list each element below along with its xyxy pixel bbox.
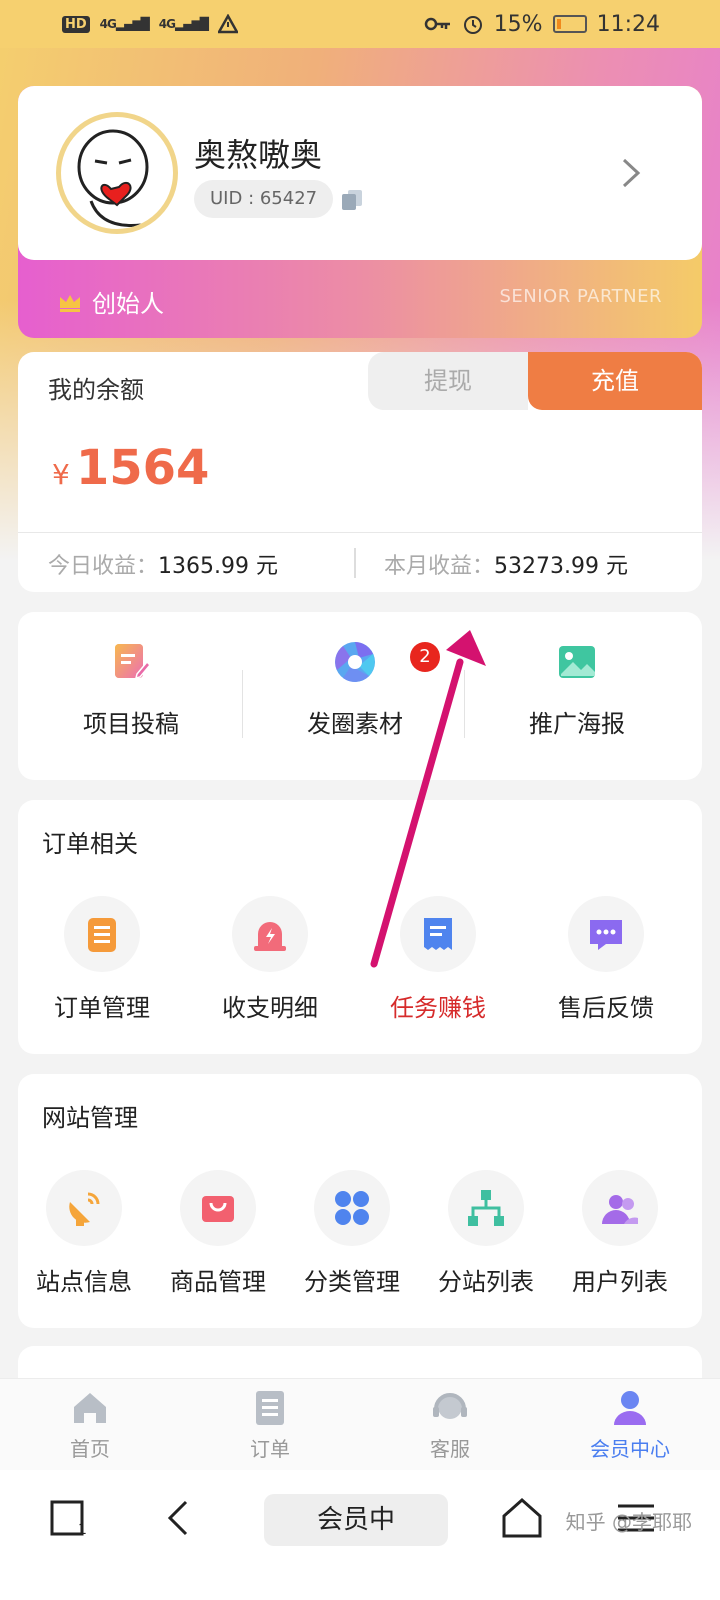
alarm-clock-icon xyxy=(463,16,482,34)
quick-item-promo-poster[interactable]: 推广海报 xyxy=(464,640,690,739)
member-icon xyxy=(614,1391,646,1425)
hierarchy-icon xyxy=(468,1190,504,1226)
site-item-products[interactable]: 商品管理 xyxy=(162,1170,274,1297)
tab-label: 订单 xyxy=(250,1437,290,1461)
order-item-label: 订单管理 xyxy=(54,994,150,1022)
shutter-icon xyxy=(335,642,375,682)
site-item-info[interactable]: 站点信息 xyxy=(28,1170,140,1297)
site-item-substations[interactable]: 分站列表 xyxy=(430,1170,542,1297)
currency-symbol: ¥ xyxy=(52,458,70,491)
site-management-section: 网站管理 站点信息 商品管理 分类管理 分站列表 用户列表 xyxy=(18,1074,702,1328)
battery-icon xyxy=(552,15,587,33)
tab-customer-service[interactable]: 客服 xyxy=(360,1387,540,1462)
order-item-after-sales[interactable]: 售后反馈 xyxy=(550,896,662,1023)
tab-member-center[interactable]: 会员中心 xyxy=(540,1387,720,1462)
signal-icon: 4G▂▄▆█ xyxy=(99,17,150,31)
month-earnings-label: 本月收益： xyxy=(384,554,495,579)
site-item-label: 站点信息 xyxy=(36,1268,132,1296)
receipt-icon xyxy=(424,918,452,950)
rank-label: 创始人 xyxy=(58,284,164,319)
today-earnings-label: 今日收益： xyxy=(48,554,159,579)
rank-name: 创始人 xyxy=(92,290,164,318)
orders-section: 订单相关 订单管理 收支明细 任务赚钱 售后反馈 xyxy=(18,800,702,1054)
balance-amount: ¥ 1564 xyxy=(52,440,209,496)
list-icon xyxy=(256,1391,284,1425)
user-nickname: 奥熬嗷奥 xyxy=(194,136,323,174)
bottom-tab-bar: 首页 订单 客服 会员中心 xyxy=(0,1378,720,1470)
tab-label: 客服 xyxy=(430,1437,470,1461)
tab-label: 首页 xyxy=(70,1437,110,1461)
alarm-icon xyxy=(254,922,286,951)
quick-item-label: 项目投稿 xyxy=(83,710,179,738)
order-item-income-expense[interactable]: 收支明细 xyxy=(214,896,326,1023)
shopping-bag-icon xyxy=(202,1196,234,1222)
profile-card[interactable]: 奥熬嗷奥 UID : 65427 xyxy=(18,86,702,260)
watermark: 知乎 @李耶耶 xyxy=(565,1510,692,1534)
month-earnings: 本月收益：53273.99 元 xyxy=(384,548,628,580)
home-button-icon[interactable] xyxy=(498,1494,546,1542)
rank-english: SENIOR PARTNER xyxy=(499,286,662,307)
svg-text:1: 1 xyxy=(78,1522,87,1538)
site-item-categories[interactable]: 分类管理 xyxy=(296,1170,408,1297)
quick-item-label: 推广海报 xyxy=(529,710,625,738)
site-item-label: 分类管理 xyxy=(304,1268,400,1296)
warning-icon xyxy=(217,14,238,34)
balance-title: 我的余额 xyxy=(48,376,144,404)
notification-badge: 2 xyxy=(410,642,440,672)
chat-icon xyxy=(590,920,622,950)
section-title: 网站管理 xyxy=(42,1104,138,1132)
signal-icon-2: 4G▂▄▆█ xyxy=(158,17,209,31)
status-bar: HD 4G▂▄▆█ 4G▂▄▆█ 15% 11:24 xyxy=(0,0,720,48)
tab-home[interactable]: 首页 xyxy=(0,1387,180,1462)
tab-label: 会员中心 xyxy=(590,1437,670,1461)
section-title: 订单相关 xyxy=(42,830,138,858)
profile-section: 奥熬嗷奥 UID : 65427 创始人 SENIOR PARTNER xyxy=(18,86,702,338)
order-item-manage[interactable]: 订单管理 xyxy=(46,896,158,1023)
site-item-label: 分站列表 xyxy=(438,1268,534,1296)
divider xyxy=(18,532,702,533)
order-item-label: 售后反馈 xyxy=(558,994,654,1022)
uid-chip: UID : 65427 xyxy=(194,180,334,218)
users-icon xyxy=(602,1195,638,1224)
headset-icon xyxy=(433,1393,467,1419)
image-icon xyxy=(559,646,595,678)
system-navigation-bar: 1 会员中 知乎 @李耶耶 xyxy=(0,1470,720,1600)
copy-icon[interactable] xyxy=(340,188,364,212)
balance-value: 1564 xyxy=(75,440,210,496)
chevron-right-icon[interactable] xyxy=(618,156,644,190)
address-bar[interactable]: 会员中 xyxy=(264,1494,448,1546)
site-item-label: 商品管理 xyxy=(170,1268,266,1296)
avatar[interactable] xyxy=(56,112,178,234)
crown-icon xyxy=(60,294,80,312)
today-earnings: 今日收益：1365.99 元 xyxy=(48,548,278,580)
site-item-users[interactable]: 用户列表 xyxy=(564,1170,676,1297)
clipboard-icon xyxy=(88,918,116,952)
satellite-icon xyxy=(69,1192,100,1226)
quick-item-project-submit[interactable]: 项目投稿 xyxy=(18,640,244,739)
tab-orders[interactable]: 订单 xyxy=(180,1387,360,1462)
hd-indicator: HD xyxy=(62,15,90,33)
order-item-task-earn[interactable]: 任务赚钱 xyxy=(382,896,494,1023)
order-item-label: 收支明细 xyxy=(222,994,318,1022)
battery-percent: 15% xyxy=(493,11,543,37)
quick-item-label: 发圈素材 xyxy=(307,710,403,738)
clock-time: 11:24 xyxy=(596,11,660,37)
recharge-button[interactable]: 充值 xyxy=(528,352,702,410)
tabs-switcher-icon[interactable]: 1 xyxy=(46,1494,94,1542)
order-item-label: 任务赚钱 xyxy=(390,994,486,1022)
grid-icon xyxy=(335,1191,369,1225)
withdraw-button[interactable]: 提现 xyxy=(368,352,528,410)
quick-actions-card: 项目投稿 发圈素材 2 推广海报 xyxy=(18,612,702,780)
back-arrow-icon[interactable] xyxy=(156,1494,204,1542)
edit-doc-icon xyxy=(115,644,152,680)
key-icon xyxy=(424,17,450,31)
month-earnings-value: 53273.99 元 xyxy=(494,554,628,579)
home-icon xyxy=(74,1393,106,1423)
today-earnings-value: 1365.99 元 xyxy=(158,554,278,579)
site-item-label: 用户列表 xyxy=(572,1268,668,1296)
balance-card: 我的余额 提现 充值 ¥ 1564 今日收益：1365.99 元 本月收益：53… xyxy=(18,352,702,592)
earnings-divider xyxy=(354,548,356,578)
